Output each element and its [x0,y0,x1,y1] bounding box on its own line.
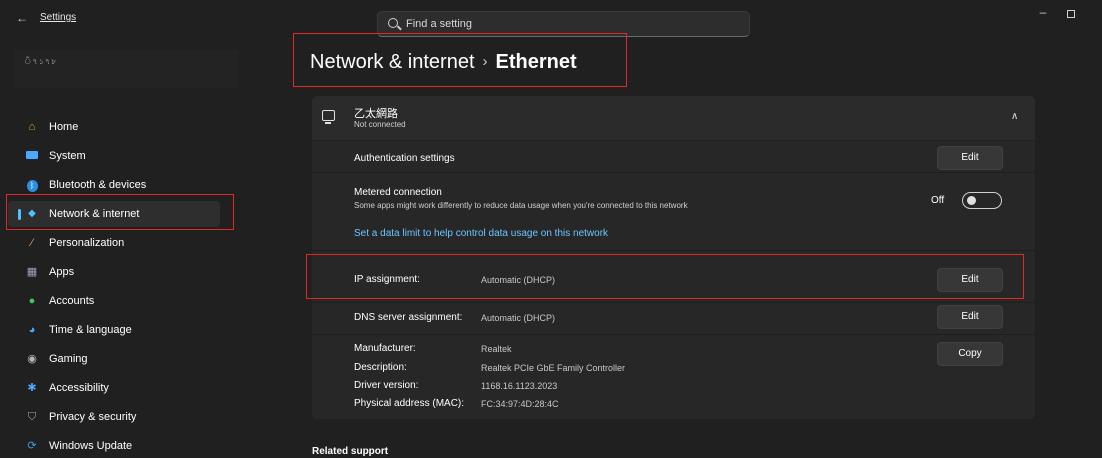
sidebar-item-home[interactable]: ⌂ Home [8,114,220,140]
apps-icon: ▦ [26,266,38,278]
sidebar-item-label: Accessibility [49,382,109,394]
auth-edit-button[interactable]: Edit [937,146,1003,170]
sidebar-item-system[interactable]: System [8,143,220,169]
maximize-icon[interactable] [1067,10,1075,18]
metered-connection-label: Metered connection [354,187,442,198]
toggle-knob [967,196,976,205]
property-value: FC:34:97:4D:28:4C [481,399,559,409]
sidebar-item-accessibility[interactable]: ✱ Accessibility [8,375,220,401]
search-input[interactable] [406,16,736,32]
data-limit-link[interactable]: Set a data limit to help control data us… [354,228,608,239]
divider [312,172,1035,173]
sidebar-item-label: Home [49,121,79,133]
sidebar-item-label: Bluetooth & devices [49,179,147,191]
property-label: Description: [354,362,407,373]
dns-edit-button[interactable]: Edit [937,305,1003,329]
bluetooth-icon: ᛒ [25,178,39,192]
sidebar-item-windows-update[interactable]: ⟳ Windows Update [8,433,220,458]
related-support-heading: Related support [312,446,389,457]
dns-assignment-label: DNS server assignment: [354,312,463,323]
home-icon: ⌂ [28,121,36,133]
sidebar-item-apps[interactable]: ▦ Apps [8,259,220,285]
sidebar-item-label: Apps [49,266,75,278]
adapter-status: Not connected [354,120,406,129]
property-value: Realtek [481,344,512,354]
sidebar-item-label: System [49,150,86,162]
sidebar-item-label: Personalization [49,237,125,249]
accessibility-icon: ✱ [27,382,37,394]
heading-highlight-box [293,33,627,87]
sidebar-item-personalization[interactable]: ⁄ Personalization [8,230,220,256]
metered-toggle-state: Off [931,195,945,206]
divider [312,334,1035,335]
brush-icon: ⁄ [31,237,33,249]
sidebar-item-time-language[interactable]: ◕ Time & language [8,317,220,343]
back-arrow-icon[interactable]: ← [14,10,30,26]
sidebar-item-label: Accounts [49,295,95,307]
property-label: Driver version: [354,380,419,391]
sidebar-item-label: Windows Update [49,440,133,452]
shield-icon: ⛉ [27,411,37,423]
copy-button[interactable]: Copy [937,342,1003,366]
sidebar-item-label: Time & language [49,324,132,336]
sidebar-item-label: Privacy & security [49,411,137,423]
property-label: Physical address (MAC): [354,398,465,409]
dns-assignment-value: Automatic (DHCP) [481,313,556,323]
divider [312,302,1035,303]
search-icon [388,18,398,28]
property-value: Realtek PCIe GbE Family Controller [481,363,626,373]
sidebar-item-label: Gaming [49,353,88,365]
property-label: Manufacturer: [354,343,416,354]
user-name: ঁ৭১৭৮ [24,57,58,66]
ethernet-adapter-icon [322,110,335,124]
sidebar-item-privacy-security[interactable]: ⛉ Privacy & security [8,404,220,430]
clock-globe-icon: ◕ [28,324,36,336]
person-icon: ● [28,295,36,307]
ip-highlight-box [306,254,1024,299]
property-value: 1168.16.1123.2023 [481,381,558,391]
update-icon: ⟳ [27,440,37,452]
chevron-up-icon[interactable]: ∧ [1011,111,1018,122]
minimize-icon[interactable]: – [1036,6,1050,20]
sidebar-item-accounts[interactable]: ● Accounts [8,288,220,314]
sidebar-highlight-box [6,194,234,230]
app-title: Settings [40,12,77,23]
gamepad-icon: ◉ [27,353,37,365]
adapter-card-header[interactable]: 乙太網路 Not connected ∧ [312,96,1035,140]
auth-settings-label: Authentication settings [354,153,455,164]
monitor-icon [25,149,39,163]
divider [312,250,1035,251]
sidebar-item-gaming[interactable]: ◉ Gaming [8,346,220,372]
metered-connection-description: Some apps might work differently to redu… [354,201,688,210]
metered-toggle[interactable] [962,192,1002,209]
adapter-name: 乙太網路 [354,108,398,120]
